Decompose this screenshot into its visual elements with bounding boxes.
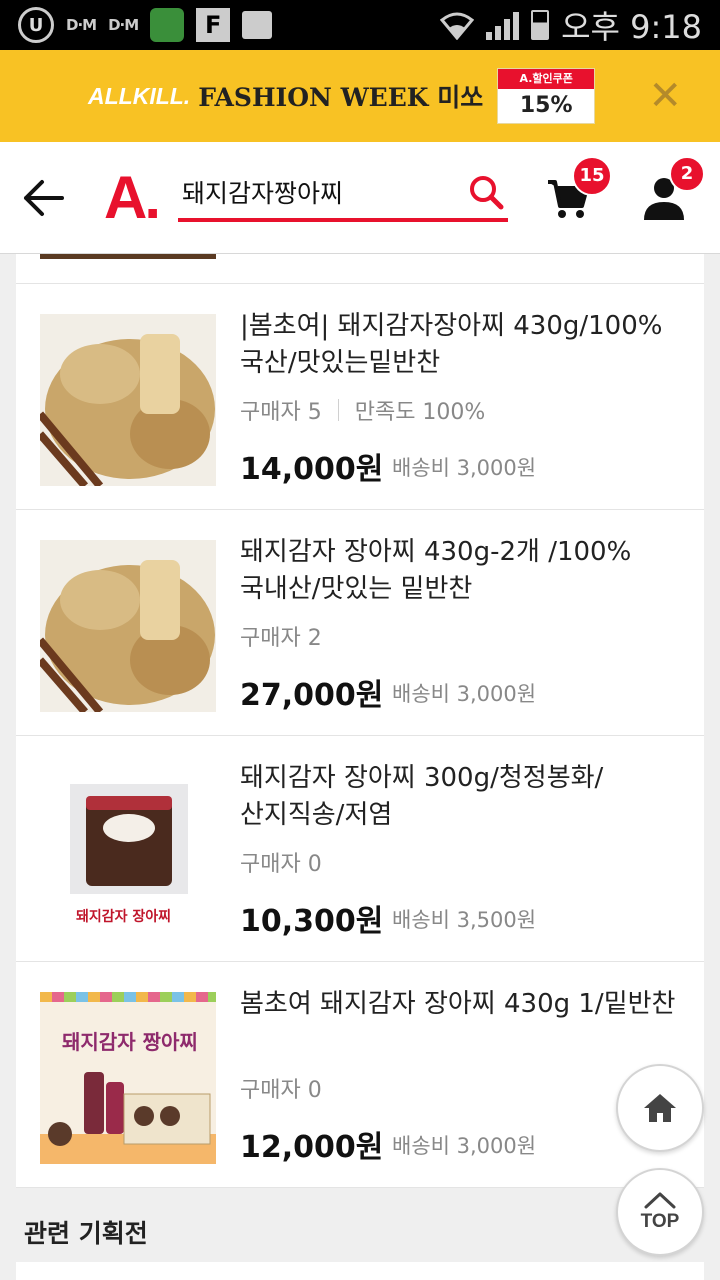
battery-icon bbox=[531, 10, 550, 40]
product-image bbox=[40, 314, 216, 486]
close-icon[interactable]: ✕ bbox=[648, 76, 682, 116]
auction-logo[interactable]: A. bbox=[104, 168, 161, 228]
buyer-count: 구매자 0 bbox=[240, 852, 322, 877]
product-image: 돼지감자 짱아찌 bbox=[40, 992, 216, 1164]
list-item[interactable]: 돼지감자 짱아찌 봄초여 돼지감자 장아찌 430g 1/밑반찬 구매자 0 1… bbox=[16, 962, 704, 1188]
product-price: 12,000원 bbox=[240, 1130, 384, 1165]
home-icon bbox=[644, 1094, 676, 1122]
app-header: A. 돼지감자짱아찌 15 2 bbox=[0, 142, 720, 254]
product-title: 돼지감자 장아찌 430g-2개 /100%국내산/맛있는 밑반찬 bbox=[240, 537, 632, 604]
product-price: 14,000원 bbox=[240, 452, 384, 487]
daum-notification-icon-2: D·M bbox=[108, 16, 139, 34]
daum-notification-icon: D·M bbox=[66, 16, 97, 34]
list-item[interactable]: 돼지감자 장아찌 돼지감자 장아찌 300g/청정봉화/산지직송/저염 구매자 … bbox=[16, 736, 704, 962]
clock: 오후 9:18 bbox=[561, 8, 702, 46]
image-caption: 돼지감자 장아찌 bbox=[76, 909, 172, 925]
f-app-icon: F bbox=[196, 8, 231, 42]
buyer-count: 구매자 2 bbox=[240, 626, 322, 651]
list-item-partial[interactable] bbox=[16, 254, 704, 284]
buyer-count: 구매자 0 bbox=[240, 1078, 322, 1103]
top-label: TOP bbox=[640, 1211, 680, 1232]
shipping-fee: 배송비 3,500원 bbox=[392, 908, 537, 932]
list-item[interactable]: 돼지감자 장아찌 430g-2개 /100%국내산/맛있는 밑반찬 구매자 2 … bbox=[16, 510, 704, 736]
back-arrow-icon[interactable] bbox=[20, 176, 68, 220]
satisfaction: 만족도 100% bbox=[354, 400, 486, 425]
image-caption: 돼지감자 짱아찌 bbox=[62, 1030, 198, 1054]
coupon-label: A.할인쿠폰 bbox=[498, 69, 595, 89]
product-meta: 구매자 0 bbox=[240, 1072, 322, 1104]
product-meta: 구매자 2 bbox=[240, 620, 322, 652]
product-title: 봄초여 돼지감자 장아찌 430g 1/밑반찬 bbox=[240, 989, 676, 1019]
status-bar: U D·M D·M F 오후 9:18 bbox=[0, 0, 720, 50]
cart-count-badge: 15 bbox=[572, 156, 612, 196]
coupon-percent: 15% bbox=[519, 93, 573, 118]
shipping-fee: 배송비 3,000원 bbox=[392, 456, 537, 480]
jar-image bbox=[70, 784, 188, 894]
banner-text: FASHION WEEK 미쏘 bbox=[198, 83, 484, 112]
game-app-icon bbox=[150, 8, 185, 42]
product-title: |봄초여| 돼지감자장아찌 430g/100%국산/맛있는밑반찬 bbox=[240, 311, 663, 378]
search-input[interactable]: 돼지감자짱아찌 bbox=[178, 170, 508, 222]
related-section-title: 관련 기획전 bbox=[24, 1219, 148, 1248]
list-item[interactable]: |봄초여| 돼지감자장아찌 430g/100%국산/맛있는밑반찬 구매자 5 만… bbox=[16, 284, 704, 510]
signal-icon bbox=[486, 10, 520, 40]
search-icon[interactable] bbox=[468, 174, 504, 210]
coupon-badge: A.할인쿠폰 15% bbox=[497, 68, 596, 124]
user-count-badge: 2 bbox=[669, 156, 705, 192]
checker-strip bbox=[40, 992, 216, 1002]
banner-brand: ALLKILL. bbox=[88, 82, 191, 109]
product-image bbox=[40, 540, 216, 712]
buyer-count: 구매자 5 bbox=[240, 400, 322, 425]
product-list: |봄초여| 돼지감자장아찌 430g/100%국산/맛있는밑반찬 구매자 5 만… bbox=[16, 254, 704, 1188]
scroll-top-button[interactable]: TOP bbox=[616, 1168, 704, 1256]
briefcase-check-icon bbox=[242, 11, 273, 39]
product-image bbox=[40, 254, 216, 259]
chevron-up-icon bbox=[644, 1192, 676, 1209]
ad-banner[interactable]: ALLKILL. FASHION WEEK 미쏘 A.할인쿠폰 15% ✕ bbox=[0, 50, 720, 142]
uplus-icon: U bbox=[18, 7, 54, 43]
product-meta: 구매자 0 bbox=[240, 846, 322, 878]
divider bbox=[337, 399, 339, 421]
product-price: 27,000원 bbox=[240, 678, 384, 713]
product-price: 10,300원 bbox=[240, 904, 384, 939]
related-section-card[interactable] bbox=[16, 1262, 704, 1280]
home-button[interactable] bbox=[616, 1064, 704, 1152]
product-image: 돼지감자 장아찌 bbox=[40, 766, 216, 938]
product-title: 돼지감자 장아찌 300g/청정봉화/산지직송/저염 bbox=[240, 763, 604, 830]
shipping-fee: 배송비 3,000원 bbox=[392, 1134, 537, 1158]
wifi-icon bbox=[440, 12, 475, 40]
product-meta: 구매자 5 만족도 100% bbox=[240, 394, 485, 426]
search-query: 돼지감자짱아찌 bbox=[182, 179, 344, 208]
gift-set-image bbox=[40, 1072, 216, 1164]
shipping-fee: 배송비 3,000원 bbox=[392, 682, 537, 706]
